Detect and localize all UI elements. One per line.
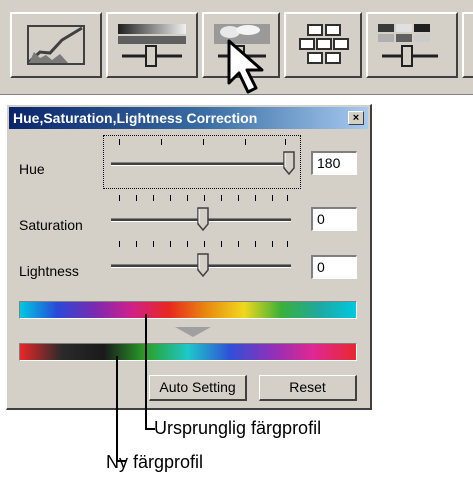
color-slider-icon xyxy=(376,22,448,68)
hue-slider-thumb[interactable] xyxy=(283,151,295,176)
saturation-slider-thumb[interactable] xyxy=(197,207,209,232)
toolbar xyxy=(0,0,473,95)
brightness-contrast-button[interactable] xyxy=(106,12,198,78)
down-arrow-icon xyxy=(175,327,211,337)
reset-button[interactable]: Reset xyxy=(259,375,357,401)
close-button[interactable]: × xyxy=(348,111,364,125)
original-color-profile-bar xyxy=(19,301,357,319)
tone-curve-button[interactable] xyxy=(10,12,102,78)
variations-button[interactable] xyxy=(284,12,362,78)
hsl-correction-dialog: Hue,Saturation,Lightness Correction × Hu… xyxy=(6,104,372,410)
hue-slider-track xyxy=(111,162,291,166)
new-color-profile-bar xyxy=(19,343,357,361)
saturation-value-field[interactable]: 0 xyxy=(311,207,357,231)
color-balance-button[interactable] xyxy=(366,12,458,78)
lightness-slider-ticks xyxy=(111,241,291,249)
dialog-title: Hue,Saturation,Lightness Correction xyxy=(13,110,258,126)
new-profile-annotation: Ny färgprofil xyxy=(106,452,204,472)
slider-gradient-icon xyxy=(116,22,188,68)
saturation-slider[interactable] xyxy=(111,195,291,233)
saturation-label: Saturation xyxy=(19,217,83,233)
lightness-value-field[interactable]: 0 xyxy=(311,255,357,279)
lightness-slider[interactable] xyxy=(111,241,291,279)
saturation-slider-ticks xyxy=(111,195,291,203)
hue-slider-ticks xyxy=(111,139,291,147)
original-profile-callout-line xyxy=(145,314,147,430)
hue-label: Hue xyxy=(19,161,45,177)
lightness-label: Lightness xyxy=(19,263,79,279)
lightness-slider-thumb[interactable] xyxy=(197,253,209,278)
original-profile-annotation: Ursprunglig färgprofil xyxy=(154,418,322,438)
grid-thumbnails-icon xyxy=(294,22,352,68)
hue-value-field[interactable]: 180 xyxy=(311,151,357,175)
new-profile-callout-line xyxy=(116,356,118,462)
mouse-pointer-icon xyxy=(226,38,270,101)
auto-setting-button[interactable]: Auto Setting xyxy=(149,375,247,401)
hue-slider[interactable] xyxy=(111,139,295,177)
next-toolbar-button[interactable] xyxy=(462,12,473,78)
curve-graph-icon xyxy=(20,22,92,68)
dialog-titlebar[interactable]: Hue,Saturation,Lightness Correction × xyxy=(9,107,368,129)
